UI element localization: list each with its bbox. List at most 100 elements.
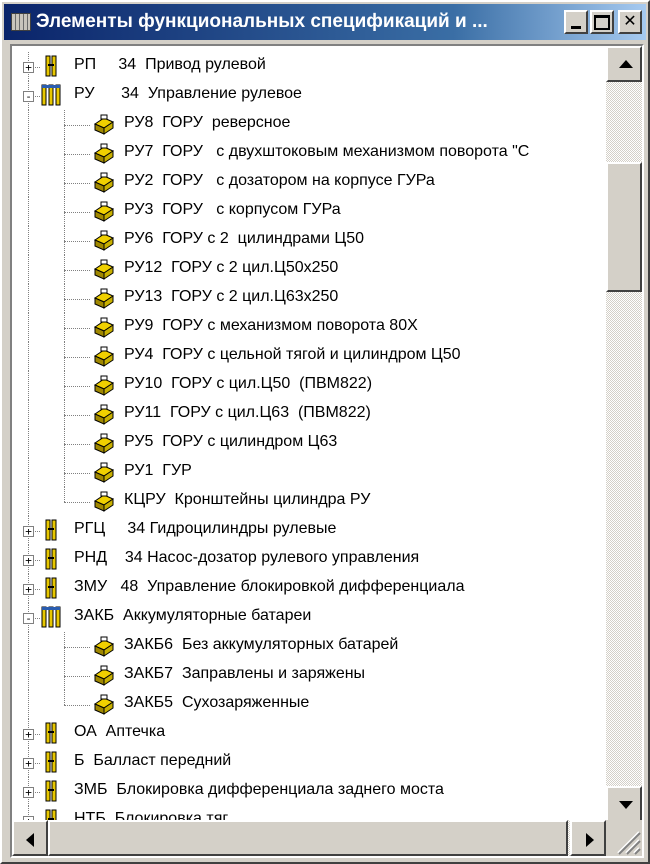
spec-item-icon (92, 402, 116, 426)
tree-connector (64, 125, 90, 126)
folder-closed-icon (40, 54, 64, 78)
tree-node-label[interactable]: ЗАКБ Аккумуляторные батареи (74, 607, 311, 625)
tree-node-label[interactable]: РП 34 Привод рулевой (74, 56, 266, 74)
tree-connector (28, 458, 29, 487)
tree-leaf-label[interactable]: РУ8 ГОРУ реверсное (124, 114, 290, 132)
tree-connector (28, 284, 29, 313)
tree-leaf[interactable]: ЗАКБ7 Заправлены и заряжены (12, 661, 606, 690)
size-grip[interactable] (606, 820, 642, 856)
tree-leaf-label[interactable]: РУ10 ГОРУ с цил.Ц50 (ПВМ822) (124, 375, 372, 393)
expand-toggle[interactable]: + (23, 555, 34, 566)
expand-toggle[interactable]: + (23, 62, 34, 73)
scroll-down-button[interactable] (606, 786, 642, 822)
tree-leaf[interactable]: РУ13 ГОРУ с 2 цил.Ц63х250 (12, 284, 606, 313)
collapse-toggle[interactable]: - (23, 613, 34, 624)
tree-leaf[interactable]: РУ9 ГОРУ с механизмом поворота 80Х (12, 313, 606, 342)
tree-connector (28, 400, 29, 429)
tree-connector (28, 139, 29, 168)
tree-node[interactable]: + ЗМУ 48 Управление блокировкой дифференц… (12, 574, 606, 603)
tree-leaf-label[interactable]: РУ5 ГОРУ с цилиндром Ц63 (124, 433, 337, 451)
tree-node[interactable]: + РП 34 Привод рулевой (12, 52, 606, 81)
tree-view-panel: + РП 34 Привод рулевой - РУ 34 Управление р… (10, 44, 644, 858)
tree-node-label[interactable]: РГЦ 34 Гидроцилиндры рулевые (74, 520, 336, 538)
tree-leaf-label[interactable]: ЗАКБ5 Сухозаряженные (124, 694, 309, 712)
expand-toggle[interactable]: + (23, 526, 34, 537)
tree-leaf-label[interactable]: РУ11 ГОРУ с цил.Ц63 (ПВМ822) (124, 404, 371, 422)
tree-leaf-label[interactable]: ЗАКБ6 Без аккумуляторных батарей (124, 636, 398, 654)
tree-node[interactable]: - ЗАКБ Аккумуляторные батареи (12, 603, 606, 632)
tree-node-label[interactable]: РНД 34 Насос-дозатор рулевого управления (74, 549, 419, 567)
tree-leaf[interactable]: РУ7 ГОРУ с двухштоковым механизмом повор… (12, 139, 606, 168)
tree-leaf[interactable]: РУ5 ГОРУ с цилиндром Ц63 (12, 429, 606, 458)
tree-node-label[interactable]: ЗМУ 48 Управление блокировкой дифференци… (74, 578, 465, 596)
tree-leaf[interactable]: РУ11 ГОРУ с цил.Ц63 (ПВМ822) (12, 400, 606, 429)
arrow-up-icon (619, 60, 633, 68)
collapse-toggle[interactable]: - (23, 91, 34, 102)
expand-toggle[interactable]: + (23, 584, 34, 595)
scroll-right-button[interactable] (570, 820, 606, 856)
tree-connector (64, 241, 90, 242)
tree-connector (28, 690, 29, 719)
tree-node-label[interactable]: ОА Аптечка (74, 723, 165, 741)
tree-leaf-label[interactable]: КЦРУ Кронштейны цилиндра РУ (124, 491, 370, 509)
tree-node-label[interactable]: Б Балласт передний (74, 752, 231, 770)
tree-connector (64, 473, 90, 474)
tree-node-label[interactable]: ЗМБ Блокировка дифференциала заднего мос… (74, 781, 444, 799)
tree-node[interactable]: + ОА Аптечка (12, 719, 606, 748)
tree-leaf-label[interactable]: РУ9 ГОРУ с механизмом поворота 80Х (124, 317, 418, 335)
tree-connector (28, 487, 29, 516)
tree-connector (64, 357, 90, 358)
tree-leaf[interactable]: РУ3 ГОРУ с корпусом ГУРа (12, 197, 606, 226)
vertical-scrollbar[interactable] (606, 46, 642, 822)
tree-leaf-label[interactable]: РУ2 ГОРУ с дозатором на корпусе ГУРа (124, 172, 435, 190)
tree-leaf[interactable]: РУ2 ГОРУ с дозатором на корпусе ГУРа (12, 168, 606, 197)
tree-connector (64, 270, 90, 271)
tree-connector (28, 226, 29, 255)
tree-connector (64, 676, 90, 677)
expand-toggle[interactable]: + (23, 758, 34, 769)
expand-toggle[interactable]: + (23, 787, 34, 798)
tree-leaf-label[interactable]: РУ1 ГУР (124, 462, 192, 480)
close-icon: ✕ (623, 13, 637, 30)
tree-leaf-label[interactable]: РУ6 ГОРУ с 2 цилиндрами Ц50 (124, 230, 364, 248)
tree-leaf-label[interactable]: РУ12 ГОРУ с 2 цил.Ц50х250 (124, 259, 338, 277)
maximize-button[interactable] (590, 10, 614, 34)
tree-leaf[interactable]: РУ6 ГОРУ с 2 цилиндрами Ц50 (12, 226, 606, 255)
scroll-left-button[interactable] (12, 820, 48, 856)
arrow-down-icon (619, 801, 633, 809)
spec-item-icon (92, 141, 116, 165)
tree-leaf-label[interactable]: РУ7 ГОРУ с двухштоковым механизмом повор… (124, 143, 529, 161)
tree-leaf[interactable]: ЗАКБ6 Без аккумуляторных батарей (12, 632, 606, 661)
tree-leaf[interactable]: КЦРУ Кронштейны цилиндра РУ (12, 487, 606, 516)
tree-node[interactable]: + РНД 34 Насос-дозатор рулевого управлени… (12, 545, 606, 574)
vertical-scroll-thumb[interactable] (606, 162, 642, 292)
tree-leaf[interactable]: РУ1 ГУР (12, 458, 606, 487)
spec-item-icon (92, 199, 116, 223)
tree-node[interactable]: + Б Балласт передний (12, 748, 606, 777)
tree-connector (28, 313, 29, 342)
horizontal-scrollbar[interactable] (12, 820, 606, 856)
tree-leaf[interactable]: ЗАКБ5 Сухозаряженные (12, 690, 606, 719)
tree-leaf-label[interactable]: РУ13 ГОРУ с 2 цил.Ц63х250 (124, 288, 338, 306)
tree-leaf[interactable]: РУ4 ГОРУ с цельной тягой и цилиндром Ц50 (12, 342, 606, 371)
tree-node[interactable]: + РГЦ 34 Гидроцилиндры рулевые (12, 516, 606, 545)
tree-leaf-label[interactable]: РУ3 ГОРУ с корпусом ГУРа (124, 201, 341, 219)
tree-leaf-label[interactable]: ЗАКБ7 Заправлены и заряжены (124, 665, 365, 683)
horizontal-scroll-thumb[interactable] (48, 820, 568, 856)
tree-leaf[interactable]: РУ10 ГОРУ с цил.Ц50 (ПВМ822) (12, 371, 606, 400)
close-button[interactable]: ✕ (618, 10, 642, 34)
tree-node-label[interactable]: РУ 34 Управление рулевое (74, 85, 302, 103)
title-bar[interactable]: Элементы функциональных спецификаций и .… (4, 4, 646, 40)
minimize-button[interactable] (564, 10, 588, 34)
spec-item-icon (92, 257, 116, 281)
expand-toggle[interactable]: + (23, 729, 34, 740)
tree-leaf-label[interactable]: РУ4 ГОРУ с цельной тягой и цилиндром Ц50 (124, 346, 461, 364)
tree-node[interactable]: + ЗМБ Блокировка дифференциала заднего мо… (12, 777, 606, 806)
tree-connector (64, 444, 90, 445)
scroll-up-button[interactable] (606, 46, 642, 82)
spec-tree[interactable]: + РП 34 Привод рулевой - РУ 34 Управление р… (12, 46, 606, 822)
spec-item-icon (92, 489, 116, 513)
tree-leaf[interactable]: РУ12 ГОРУ с 2 цил.Ц50х250 (12, 255, 606, 284)
tree-node[interactable]: - РУ 34 Управление рулевое (12, 81, 606, 110)
tree-leaf[interactable]: РУ8 ГОРУ реверсное (12, 110, 606, 139)
